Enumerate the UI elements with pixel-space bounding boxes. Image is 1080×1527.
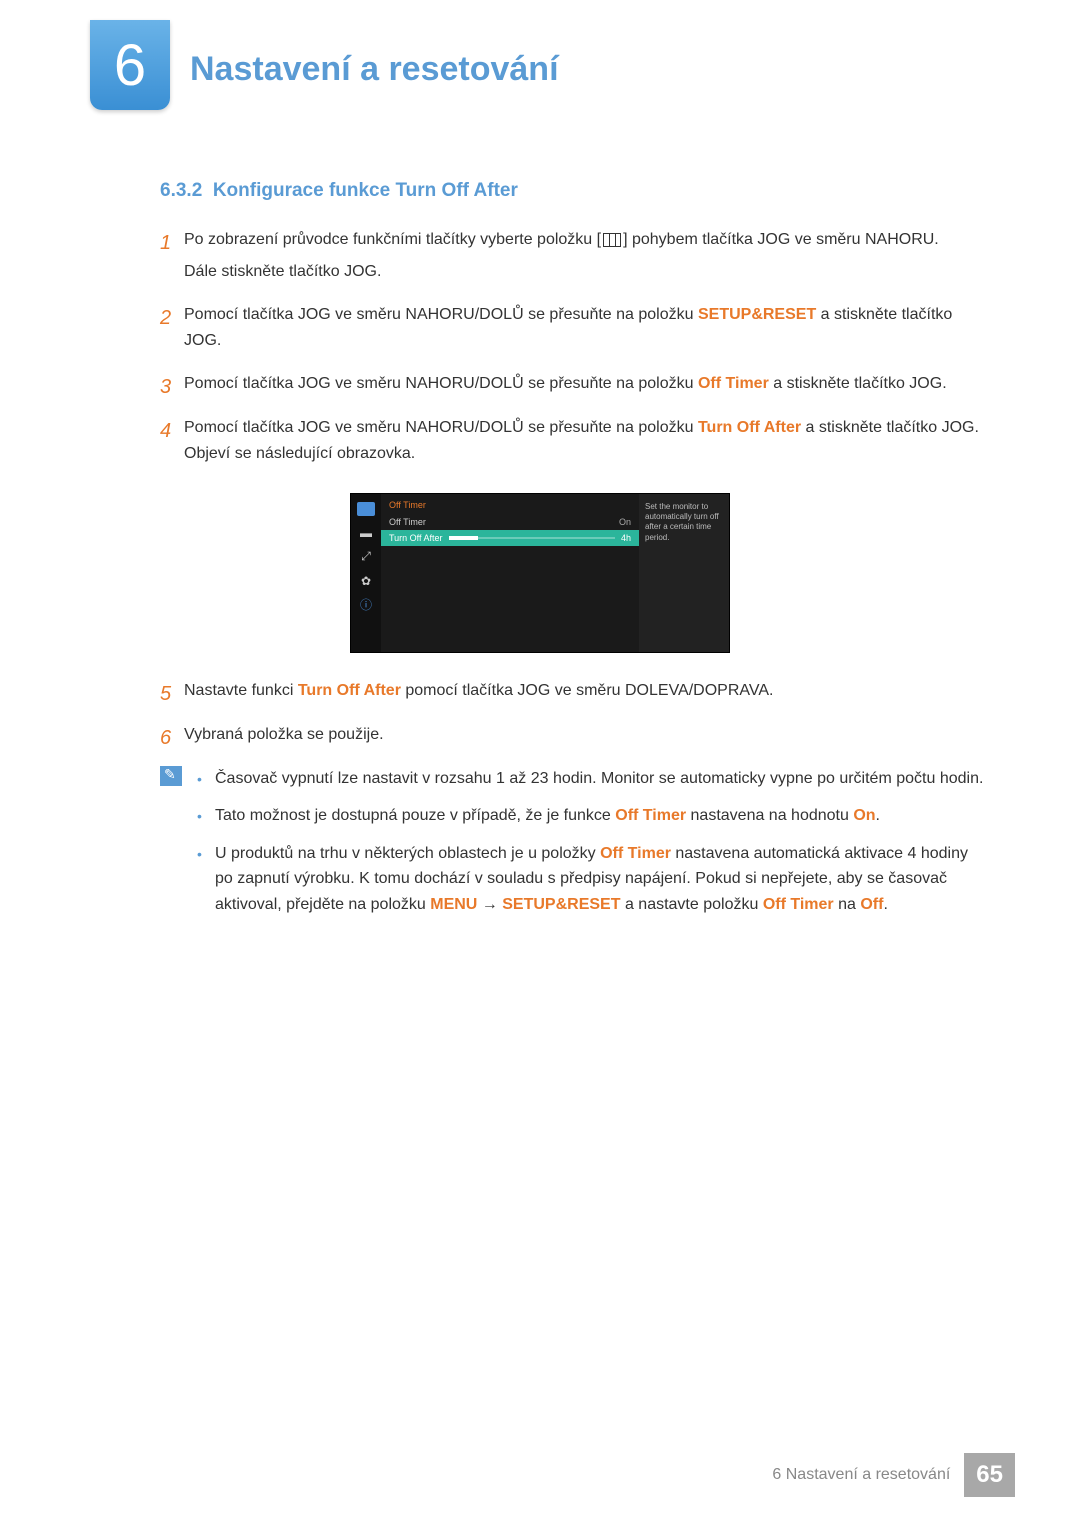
note-item: Tato možnost je dostupná pouze v případě…: [197, 803, 990, 829]
gear-icon: ✿: [357, 574, 375, 588]
step-1: 1 Po zobrazení průvodce funkčními tlačít…: [160, 227, 990, 290]
section-title: 6.3.2 Konfigurace funkce Turn Off After: [160, 180, 990, 202]
step-number: 6: [160, 722, 184, 754]
osd-row-turnoffafter: Turn Off After 4h: [381, 530, 639, 546]
osd-slider: [449, 536, 615, 540]
step-number: 1: [160, 227, 184, 290]
footer-text: 6 Nastavení a resetování: [772, 1466, 950, 1484]
osd-info-panel: Set the monitor to automatically turn of…: [639, 494, 729, 652]
step-5: 5 Nastavte funkci Turn Off After pomocí …: [160, 678, 990, 710]
note-item: Časovač vypnutí lze nastavit v rozsahu 1…: [197, 766, 990, 792]
step-number: 2: [160, 302, 184, 359]
picture-icon: ▬: [357, 526, 375, 540]
osd-sidebar: ▬ ⤢ ✿ ⓘ: [351, 494, 381, 652]
osd-row-offtimer: Off Timer On: [381, 514, 639, 530]
info-icon: ⓘ: [357, 598, 375, 612]
step-3: 3 Pomocí tlačítka JOG ve směru NAHORU/DO…: [160, 371, 990, 403]
steps-list-continued: 5 Nastavte funkci Turn Off After pomocí …: [160, 678, 990, 754]
notes-block: Časovač vypnutí lze nastavit v rozsahu 1…: [160, 766, 990, 930]
footer-page-number: 65: [964, 1453, 1015, 1497]
chapter-title: Nastavení a resetování: [190, 20, 559, 89]
menu-icon: [603, 233, 621, 247]
page-footer: 6 Nastavení a resetování 65: [772, 1453, 1015, 1497]
monitor-icon: [357, 502, 375, 516]
step-6: 6 Vybraná položka se použije.: [160, 722, 990, 754]
note-item: U produktů na trhu v některých oblastech…: [197, 841, 990, 918]
step-4: 4 Pomocí tlačítka JOG ve směru NAHORU/DO…: [160, 415, 990, 472]
osd-header: Off Timer: [381, 500, 639, 514]
step-number: 4: [160, 415, 184, 472]
osd-main: Off Timer Off Timer On Turn Off After 4h: [381, 494, 639, 652]
steps-list: 1 Po zobrazení průvodce funkčními tlačít…: [160, 227, 990, 473]
chapter-header: 6 Nastavení a resetování: [90, 20, 990, 110]
step-number: 3: [160, 371, 184, 403]
note-icon: [160, 766, 182, 786]
step-number: 5: [160, 678, 184, 710]
osd-screenshot: ▬ ⤢ ✿ ⓘ Off Timer Off Timer On Turn Off …: [350, 493, 730, 653]
expand-icon: ⤢: [357, 550, 375, 564]
chapter-number-badge: 6: [90, 20, 170, 110]
step-2: 2 Pomocí tlačítka JOG ve směru NAHORU/DO…: [160, 302, 990, 359]
